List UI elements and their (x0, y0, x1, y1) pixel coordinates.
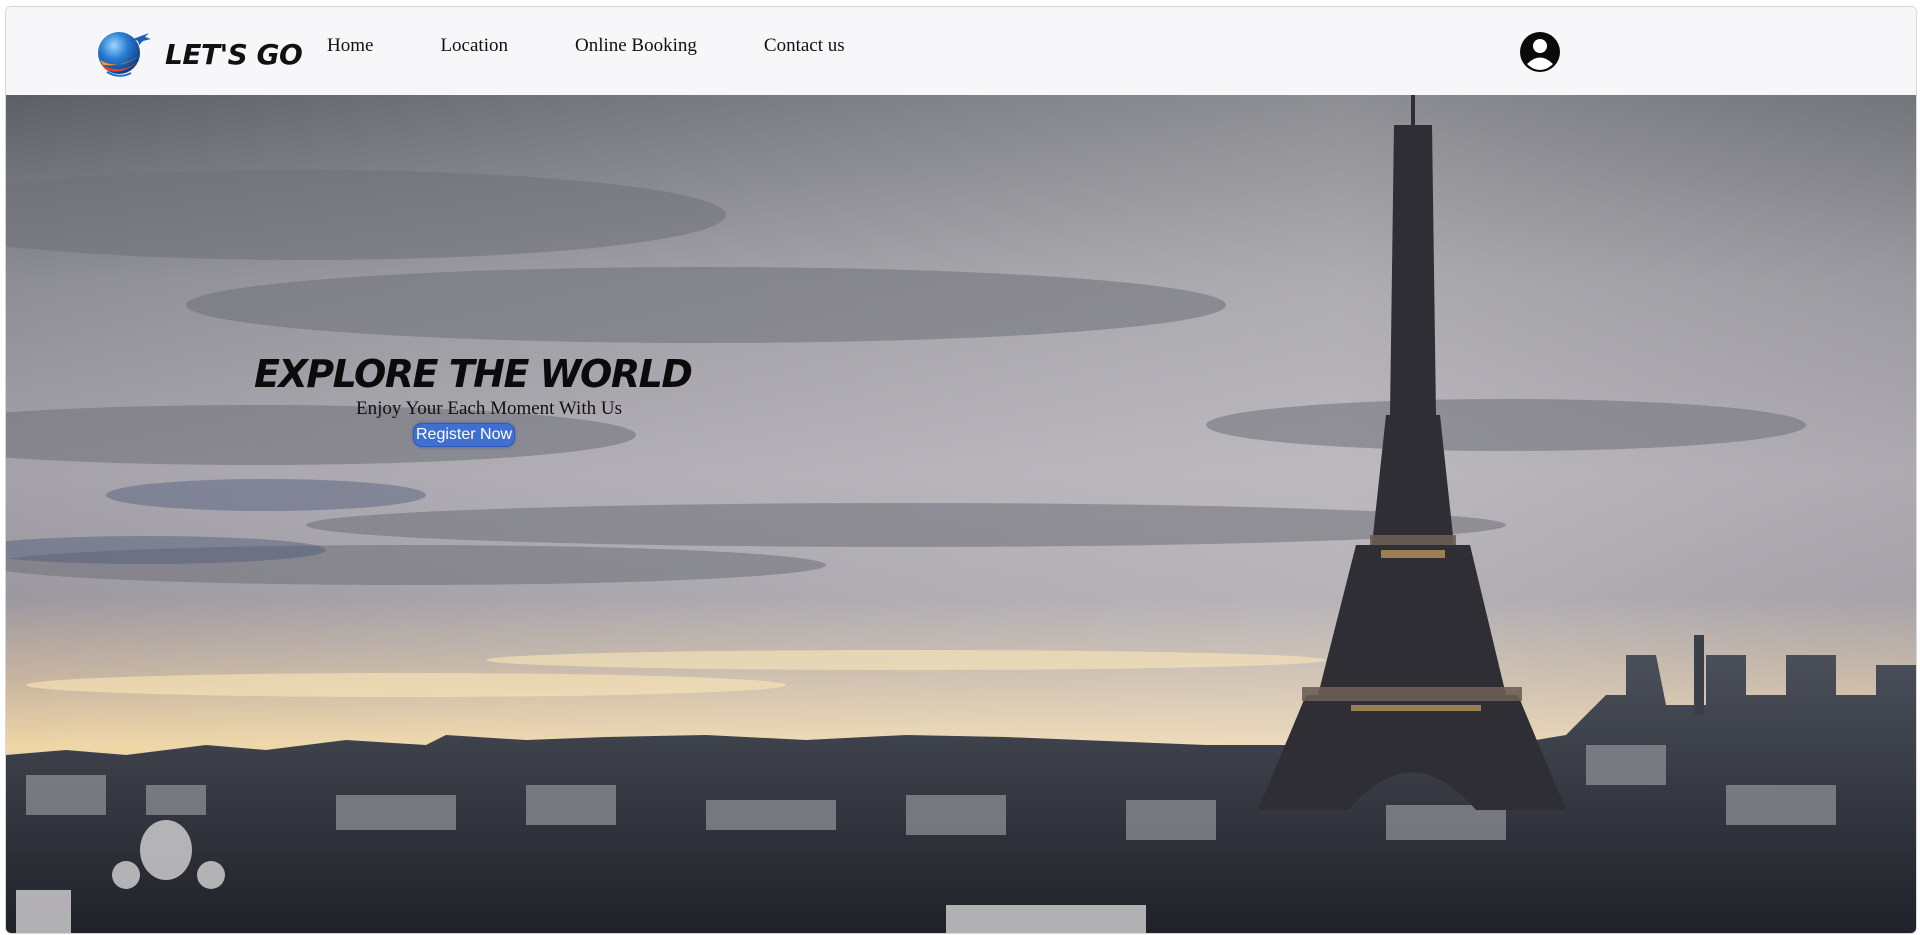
nav-online-booking[interactable]: Online Booking (575, 35, 697, 57)
browser-page: LET'S GO Home Location Online Booking Co… (5, 6, 1917, 934)
nav-contact-us[interactable]: Contact us (764, 35, 845, 57)
main-nav: Home Location Online Booking Contact us (327, 35, 912, 57)
brand-link[interactable]: LET'S GO (93, 27, 303, 81)
paris-skyline-eiffel-tower-image (6, 95, 1916, 933)
hero-section: EXPLORE THE WORLD Enjoy Your Each Moment… (6, 95, 1916, 933)
nav-home[interactable]: Home (327, 35, 373, 57)
nav-location[interactable]: Location (440, 35, 508, 57)
user-circle-icon (1520, 32, 1560, 72)
navbar: LET'S GO Home Location Online Booking Co… (6, 7, 1916, 95)
hero-copy: EXPLORE THE WORLD Enjoy Your Each Moment… (254, 350, 693, 447)
register-now-button[interactable]: Register Now (412, 423, 516, 447)
brand-name: LET'S GO (165, 37, 303, 71)
globe-airplane-logo-icon (98, 32, 151, 77)
user-account-button[interactable] (1519, 31, 1561, 73)
hero-title: EXPLORE THE WORLD (254, 352, 693, 396)
hero-subtitle: Enjoy Your Each Moment With Us (356, 398, 622, 419)
